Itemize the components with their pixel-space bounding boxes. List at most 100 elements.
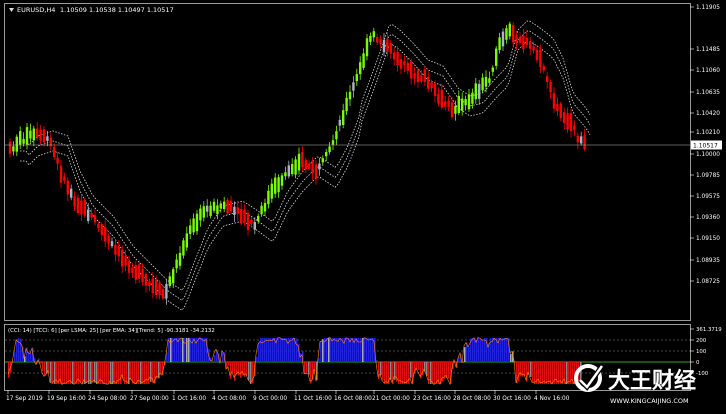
candle-body [189, 225, 191, 233]
cci-bar [232, 362, 234, 372]
candle-body [73, 196, 75, 206]
cci-bar [282, 338, 284, 362]
candle-body [322, 158, 324, 162]
cci-bar [72, 362, 74, 384]
candle-body [87, 209, 89, 221]
candle-body [342, 110, 344, 125]
time-tick-label: 1 Oct 16:00 [172, 396, 206, 402]
cci-bar [240, 362, 242, 378]
candle-body [400, 59, 402, 69]
cci-bar [94, 362, 96, 383]
cci-bar [160, 362, 162, 374]
cci-bar [346, 338, 348, 362]
candle-body [529, 42, 531, 49]
indicator-tick-label: 100 [696, 349, 707, 355]
symbol-arrow-icon [9, 8, 14, 12]
candle-body [417, 71, 419, 82]
cci-bar [402, 362, 404, 384]
cci-bar [330, 338, 332, 362]
candle-body [546, 76, 548, 82]
candle-body [335, 131, 337, 139]
indicator-tick-label: 200 [696, 338, 707, 344]
candle-body [376, 37, 378, 42]
current-price-label: 1.10517 [693, 143, 718, 150]
cci-bar [50, 362, 52, 382]
cci-bar [550, 362, 552, 384]
cci-bar [332, 338, 334, 362]
candle-body [36, 129, 38, 138]
candle-body [220, 203, 222, 208]
main-chart-area[interactable] [5, 4, 691, 321]
cci-bar [504, 338, 506, 362]
cci-bar [108, 362, 110, 384]
cci-bar [506, 338, 508, 362]
cci-bar [270, 338, 272, 362]
candle-body [281, 175, 283, 185]
trading-chart[interactable]: EURUSD,H4 1.10509 1.10538 1.10497 1.1051… [0, 0, 726, 410]
cci-bar [272, 338, 274, 362]
candle-body [291, 164, 293, 174]
cci-bar [228, 362, 230, 366]
cci-bar [386, 362, 388, 384]
indicator-tick-label: 361.3719 [696, 327, 722, 333]
candle-body [468, 94, 470, 109]
candle-body [29, 131, 31, 139]
candle-body [12, 146, 14, 151]
cci-bar [368, 338, 370, 362]
candle-body [155, 279, 157, 295]
cci-bar [478, 338, 480, 362]
candle-body [145, 274, 147, 285]
cci-bar [296, 339, 298, 362]
candle-body [570, 113, 572, 131]
candle-body [315, 164, 317, 178]
cci-bar [546, 362, 548, 384]
cci-bar [104, 362, 106, 384]
cci-bar [126, 362, 128, 384]
candle-body [158, 283, 160, 295]
price-tick-label: 1.10635 [696, 90, 720, 96]
cci-bar [40, 362, 42, 364]
cci-bar [568, 362, 570, 384]
candle-body [19, 131, 21, 144]
cci-bar [20, 339, 22, 362]
candle-body [128, 261, 130, 273]
candle-body [352, 82, 354, 90]
cci-bar [258, 342, 260, 362]
cci-bar [448, 362, 450, 379]
candle-body [522, 36, 524, 50]
candle-body [369, 36, 371, 42]
candle-body [583, 135, 585, 149]
cci-bar [184, 338, 186, 362]
cci-bar [476, 340, 478, 362]
candle-body [80, 201, 82, 215]
candle-body [182, 240, 184, 255]
cci-bar [284, 338, 286, 362]
time-tick-label: 21 Oct 00:00 [372, 396, 410, 402]
price-tick-label: 1.09360 [696, 215, 720, 221]
candle-body [46, 136, 48, 141]
cci-bar [136, 362, 138, 384]
candle-body [345, 98, 347, 111]
cci-bar [198, 338, 200, 362]
cci-bar [410, 362, 412, 378]
cci-bar [74, 362, 76, 384]
candle-body [356, 74, 358, 81]
time-tick-label: 16 Oct 08:00 [334, 396, 372, 402]
candle-body [379, 39, 381, 44]
cci-bar [248, 362, 250, 380]
candle-body [305, 160, 307, 169]
candle-body [77, 198, 79, 213]
candle-body [203, 206, 205, 217]
cci-bar [432, 362, 434, 384]
candle-body [492, 68, 494, 72]
time-tick-label: 9 Oct 00:00 [253, 396, 287, 402]
candle-body [308, 164, 310, 169]
cci-bar [540, 362, 542, 384]
candle-body [512, 25, 514, 42]
time-tick-label: 11 Oct 16:00 [294, 396, 332, 402]
cci-bar [364, 338, 366, 362]
candle-body [43, 129, 45, 142]
cci-bar [510, 354, 512, 362]
candle-body [318, 164, 320, 170]
cci-bar [384, 362, 386, 384]
